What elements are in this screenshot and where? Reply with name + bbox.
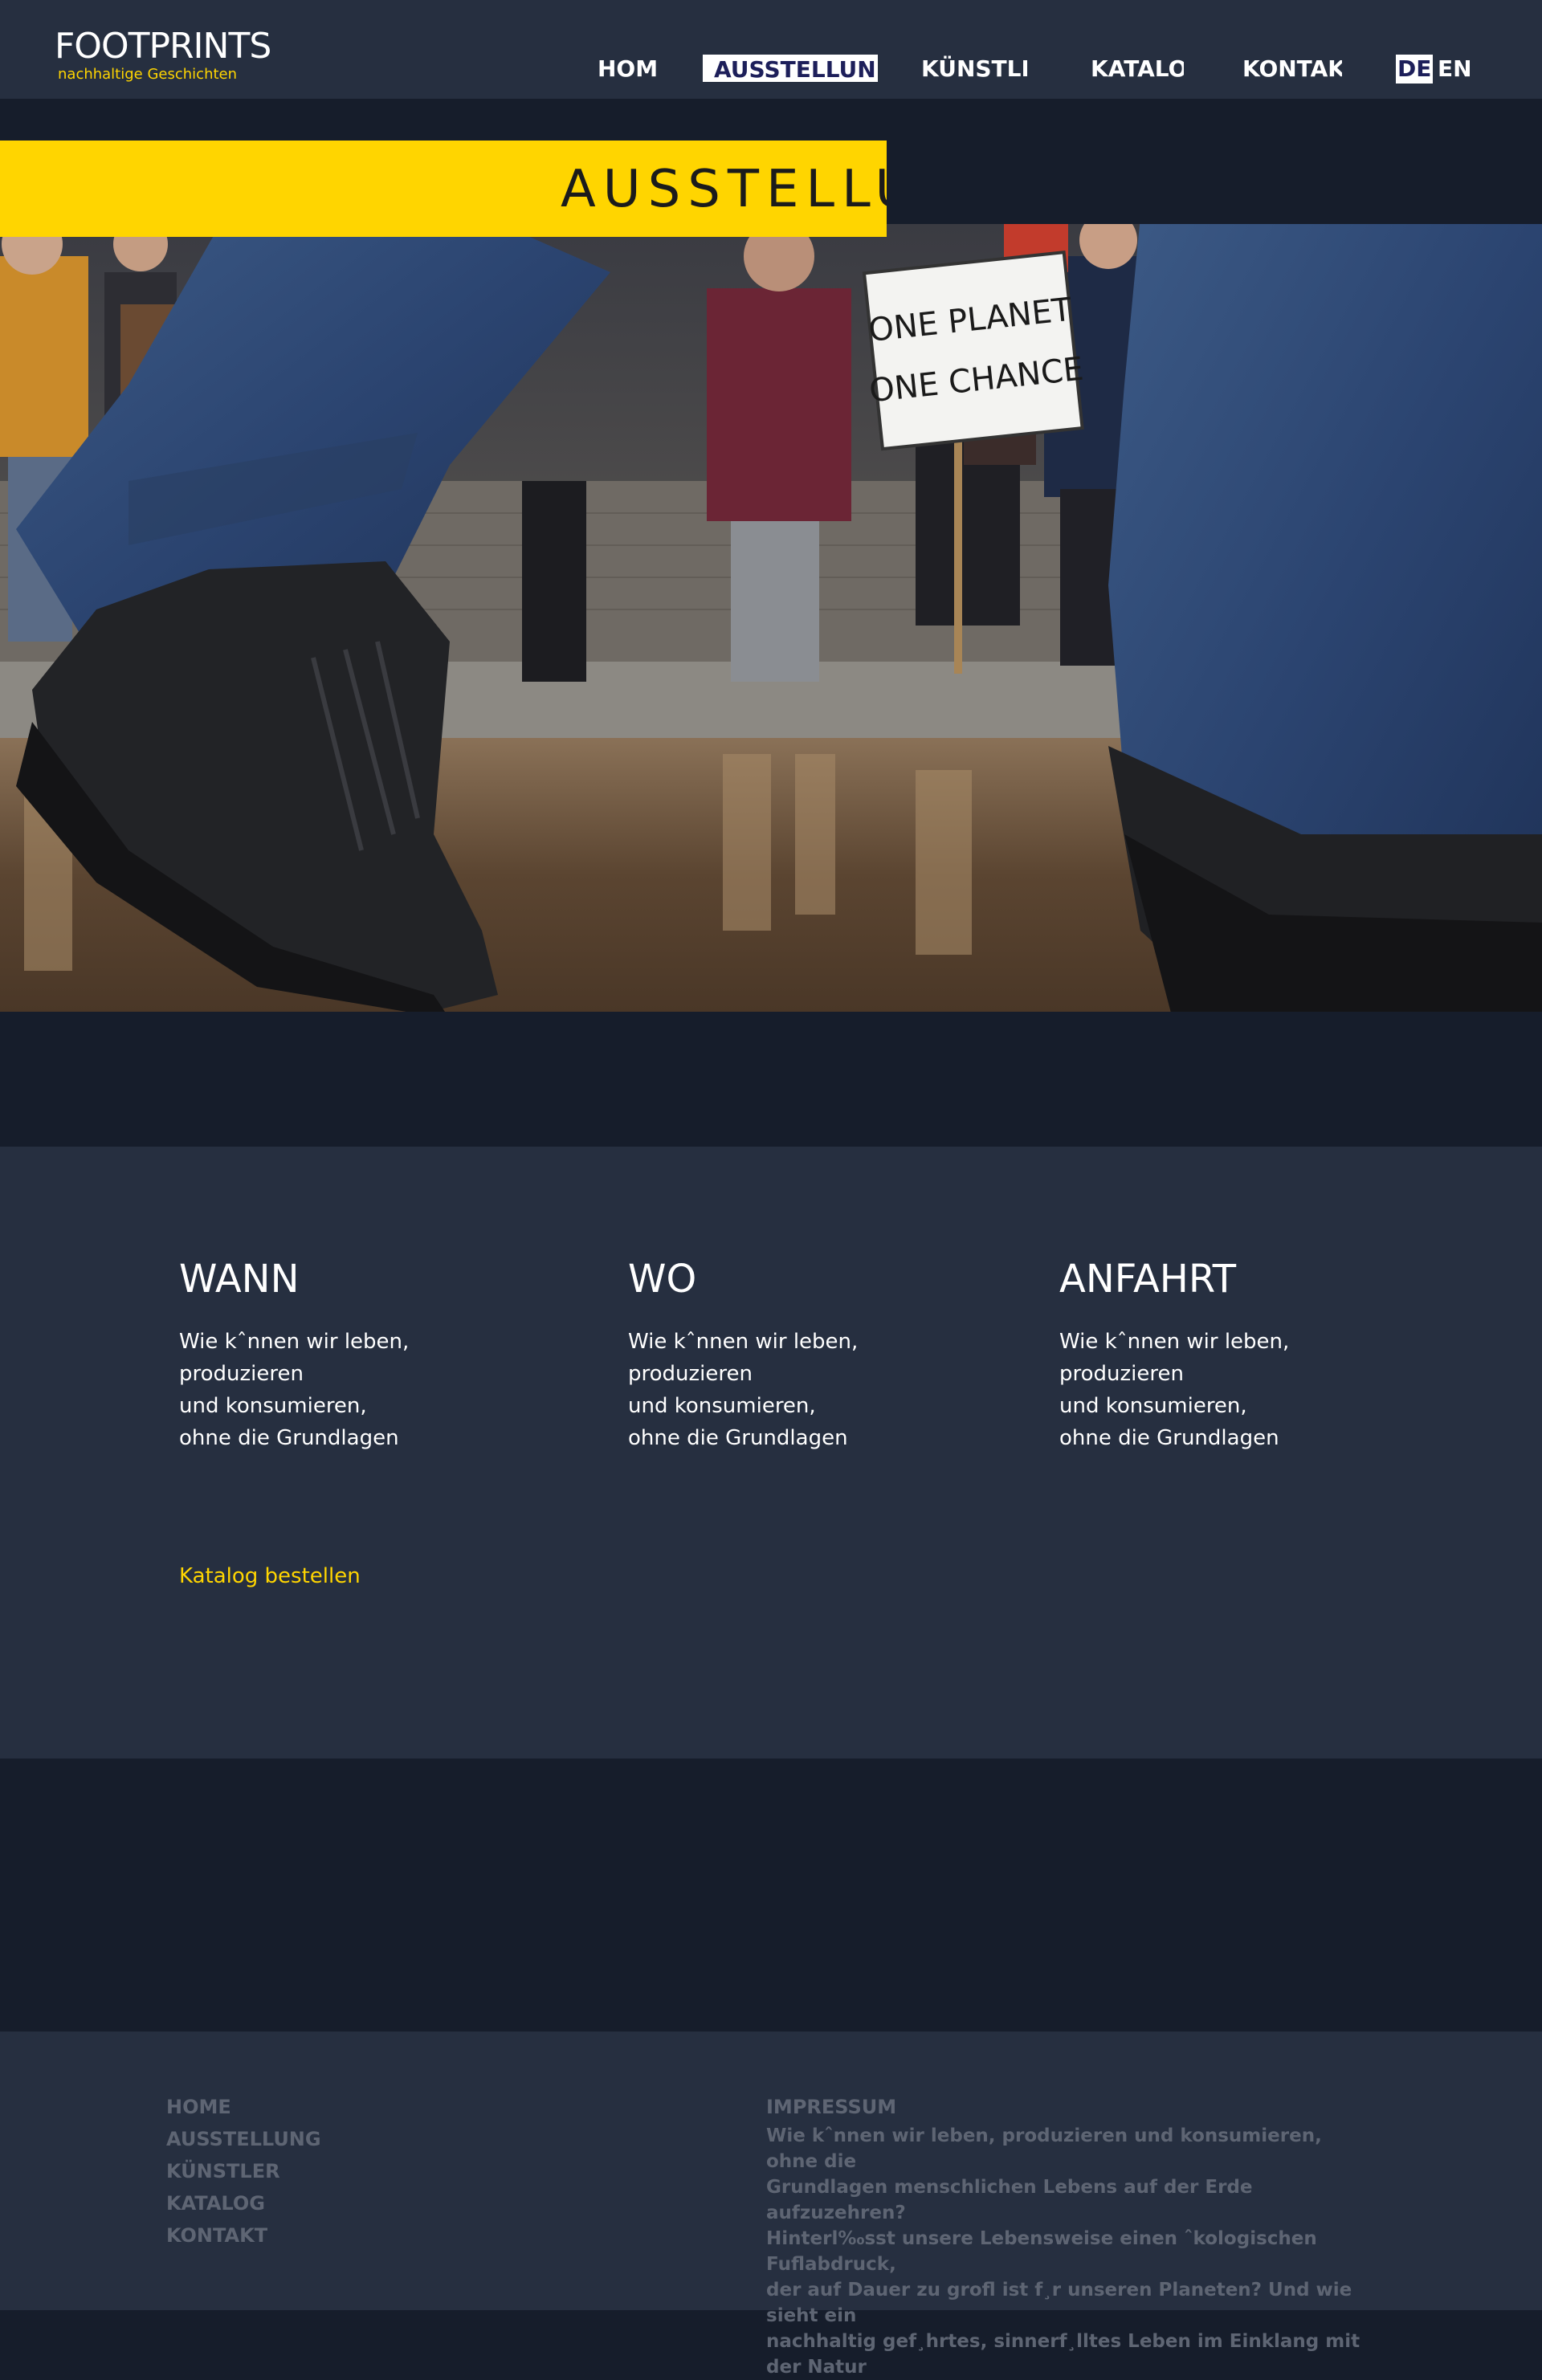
brand-name: FOOTPRINTS: [55, 26, 271, 67]
nav-item-ausstellung[interactable]: AUSSTELLUN: [703, 55, 878, 82]
info-text-line: produzieren: [179, 1362, 304, 1386]
site-header: FOOTPRINTS nachhaltige Geschichten HOM A…: [0, 0, 1542, 99]
footer-link-katalog[interactable]: KATALOG: [166, 2187, 321, 2219]
info-text-line: Wie kˆnnen wir leben,: [179, 1330, 410, 1354]
footer-link-home[interactable]: HOME: [166, 2091, 321, 2123]
impressum-line: der auf Dauer zu grofl ist f¸r unseren P…: [766, 2280, 1352, 2326]
site-footer: HOME AUSSTELLUNG KÜNSTLER KATALOG KONTAK…: [0, 2032, 1542, 2378]
footer-link-kuenstler[interactable]: KÜNSTLER: [166, 2155, 321, 2187]
hero-spacer: [0, 1012, 1542, 1147]
info-text-line: und konsumieren,: [179, 1394, 367, 1418]
hero-title-banner: AUSSTELLUN: [0, 141, 887, 237]
hero-title: AUSSTELLUN: [561, 160, 887, 219]
nav-item-kontakt[interactable]: KONTAK: [1242, 55, 1342, 84]
protest-photo: ONE PLANET ONE CHANCE: [0, 224, 1542, 1012]
info-text-wo: Wie kˆnnen wir leben, produzieren und ko…: [628, 1326, 965, 1454]
info-text-anfahrt: Wie kˆnnen wir leben, produzieren und ko…: [1059, 1326, 1397, 1454]
catalog-order-link[interactable]: Katalog bestellen: [179, 1562, 361, 1591]
nav-item-katalog[interactable]: KATALO: [1091, 55, 1184, 84]
hero-image: ONE PLANET ONE CHANCE: [0, 224, 1542, 1012]
info-text-line: ohne die Grundlagen: [628, 1426, 848, 1450]
impressum-line: Grundlagen menschlichen Lebens auf der E…: [766, 2177, 1253, 2223]
footer-link-ausstellung[interactable]: AUSSTELLUNG: [166, 2123, 321, 2155]
nav-item-home[interactable]: HOM: [598, 55, 659, 84]
info-text-line: produzieren: [628, 1362, 753, 1386]
info-column-wo: WO Wie kˆnnen wir leben, produzieren und…: [628, 1255, 965, 1454]
info-text-line: und konsumieren,: [1059, 1394, 1247, 1418]
info-text-wann: Wie kˆnnen wir leben, produzieren und ko…: [179, 1326, 516, 1454]
impressum-title: IMPRESSUM: [766, 2096, 897, 2118]
language-de[interactable]: DE: [1396, 55, 1434, 84]
info-text-line: ohne die Grundlagen: [179, 1426, 399, 1450]
nav-item-kuenstler[interactable]: KÜNSTLE: [921, 55, 1027, 84]
footer-link-kontakt[interactable]: KONTAKT: [166, 2219, 321, 2252]
section-spacer: [0, 1759, 1542, 2032]
footer-nav: HOME AUSSTELLUNG KÜNSTLER KATALOG KONTAK…: [166, 2091, 321, 2252]
impressum-line: nachhaltig gef¸hrtes, sinnerf¸lltes Lebe…: [766, 2331, 1360, 2378]
info-column-anfahrt: ANFAHRT Wie kˆnnen wir leben, produziere…: [1059, 1255, 1397, 1454]
info-heading-wo: WO: [628, 1257, 697, 1302]
info-text-line: produzieren: [1059, 1362, 1184, 1386]
info-heading-wann: WANN: [179, 1257, 300, 1302]
brand-tagline: nachhaltige Geschichten: [58, 66, 238, 83]
info-text-line: Wie kˆnnen wir leben,: [1059, 1330, 1290, 1354]
info-text-line: und konsumieren,: [628, 1394, 816, 1418]
impressum-line: Wie kˆnnen wir leben, produzieren und ko…: [766, 2125, 1322, 2172]
info-column-wann: WANN Wie kˆnnen wir leben, produzieren u…: [179, 1255, 516, 1454]
info-text-line: ohne die Grundlagen: [1059, 1426, 1279, 1450]
language-en[interactable]: EN: [1438, 55, 1472, 84]
info-section: WANN Wie kˆnnen wir leben, produzieren u…: [0, 1147, 1542, 1759]
impressum-line: Hinterl‰sst unsere Lebensweise einen ˆko…: [766, 2228, 1317, 2275]
info-text-line: Wie kˆnnen wir leben,: [628, 1330, 859, 1354]
brand-logo[interactable]: FOOTPRINTS nachhaltige Geschichten: [55, 26, 271, 83]
info-heading-anfahrt: ANFAHRT: [1059, 1257, 1237, 1302]
impressum-block: IMPRESSUM Wie kˆnnen wir leben, produzie…: [766, 2091, 1377, 2380]
